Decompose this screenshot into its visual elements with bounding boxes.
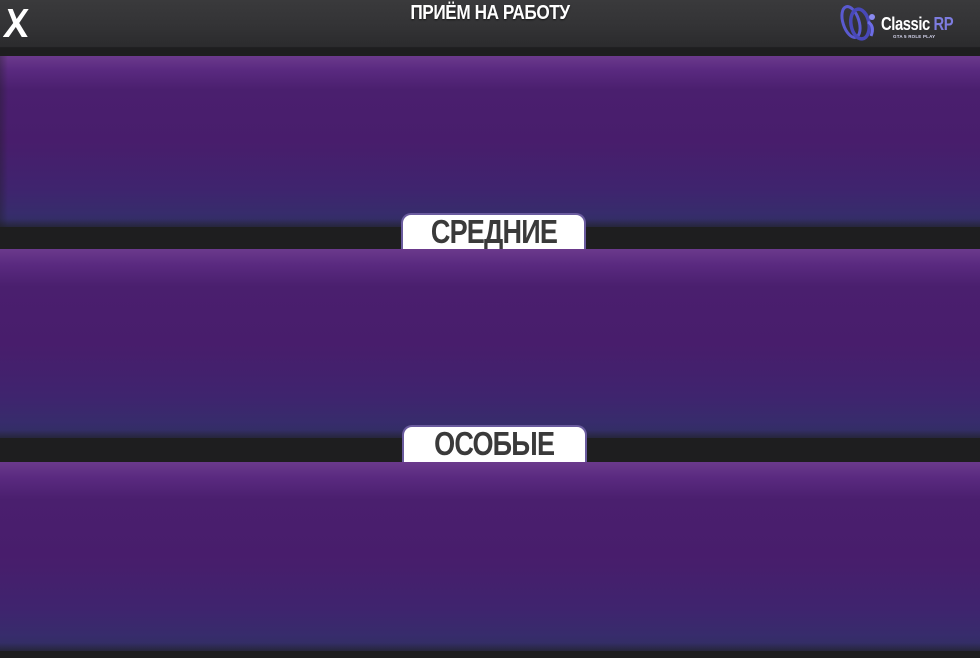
tab-medium-label: СРЕДНИЕ	[430, 213, 557, 249]
tab-special-label: ОСОБЫЕ	[434, 425, 555, 462]
close-button[interactable]	[3, 6, 33, 40]
page-title: ПРИЁМ НА РАБОТУ	[410, 2, 570, 24]
job-category-panel-special[interactable]	[0, 462, 980, 651]
job-category-panel-basic[interactable]	[0, 56, 980, 227]
tab-medium-jobs[interactable]: СРЕДНИЕ	[401, 213, 586, 249]
logo-name: Classic	[881, 14, 930, 34]
header-bar: ПРИЁМ НА РАБОТУ Classic RP GTA 5 ROLE PL…	[0, 0, 980, 48]
close-icon	[3, 9, 29, 37]
logo-swirl-icon	[840, 5, 875, 41]
logo-wordmark: Classic RP	[881, 14, 954, 35]
classic-rp-logo: Classic RP GTA 5 ROLE PLAY	[838, 0, 968, 44]
tab-special-jobs[interactable]: ОСОБЫЕ	[402, 425, 587, 462]
logo-tagline: GTA 5 ROLE PLAY	[893, 34, 936, 39]
logo-suffix: RP	[933, 14, 954, 34]
job-category-panel-medium[interactable]	[0, 249, 980, 438]
job-application-window: ПРИЁМ НА РАБОТУ Classic RP GTA 5 ROLE PL…	[0, 0, 980, 658]
